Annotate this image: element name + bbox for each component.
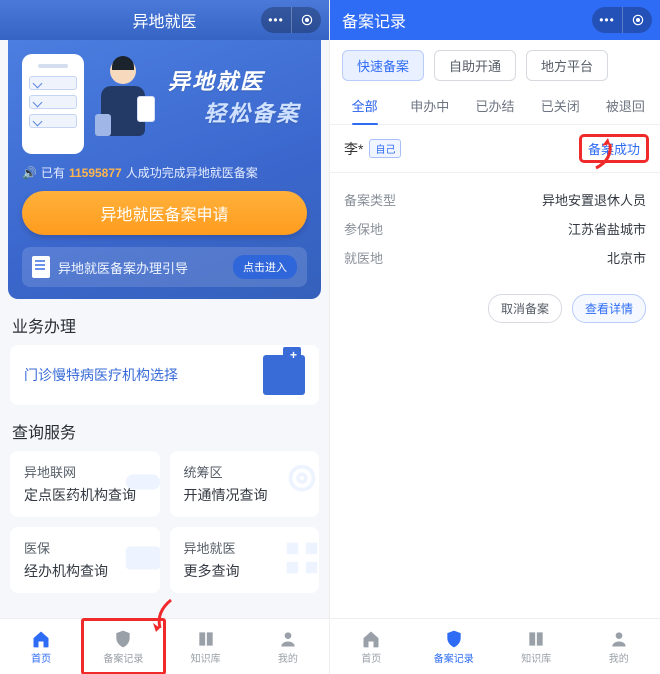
query-card-more[interactable]: 异地就医 更多查询 — [170, 527, 320, 593]
status-badge: 备案成功 — [582, 137, 646, 160]
view-detail-button[interactable]: 查看详情 — [572, 294, 646, 323]
close-icon[interactable] — [291, 7, 321, 33]
pill-icon — [120, 459, 160, 505]
home-icon — [360, 629, 382, 649]
tab-label: 首页 — [361, 650, 381, 665]
close-icon[interactable] — [622, 7, 652, 33]
topbar: 异地就医 — [0, 0, 329, 40]
subtab-closed[interactable]: 已关闭 — [528, 87, 593, 124]
row-key: 就医地 — [344, 248, 383, 267]
tab-label: 我的 — [609, 650, 629, 665]
person-illustration — [88, 54, 158, 154]
row-value: 北京市 — [607, 248, 646, 267]
tab-label: 我的 — [278, 650, 298, 665]
stats-suffix: 人成功完成异地就医备案 — [126, 164, 258, 181]
tab-home[interactable]: 首页 — [0, 619, 82, 674]
row-key: 备案类型 — [344, 190, 396, 209]
subtab-done[interactable]: 已办结 — [462, 87, 527, 124]
tab-home[interactable]: 首页 — [330, 619, 413, 674]
tab-records[interactable]: 备案记录 — [413, 619, 496, 674]
book-icon — [195, 629, 217, 649]
card-icon — [120, 535, 160, 581]
miniprogram-capsule[interactable] — [592, 7, 652, 33]
guide-text: 异地就医备案办理引导 — [58, 258, 188, 277]
record-type-chips: 快速备案 自助开通 地方平台 — [330, 40, 660, 87]
apply-button-label: 异地就医备案申请 — [100, 201, 228, 225]
more-icon[interactable] — [592, 7, 622, 33]
user-icon — [608, 629, 630, 649]
status-tabs: 全部 申办中 已办结 已关闭 被退回 — [330, 87, 660, 125]
self-badge: 自己 — [369, 139, 401, 158]
record-actions: 取消备案 查看详情 — [330, 282, 660, 337]
guide-card[interactable]: 异地就医备案办理引导 点击进入 — [22, 247, 307, 287]
section-query-title: 查询服务 — [12, 419, 317, 443]
tab-label: 知识库 — [191, 650, 221, 665]
query-grid: 异地联网 定点医药机构查询 统筹区 开通情况查询 医保 经办机构查询 异地就医 … — [10, 451, 319, 593]
user-icon — [277, 629, 299, 649]
tab-knowledge[interactable]: 知识库 — [165, 619, 247, 674]
subtab-processing[interactable]: 申办中 — [397, 87, 462, 124]
shield-icon — [112, 629, 134, 649]
query-card-agency[interactable]: 医保 经办机构查询 — [10, 527, 160, 593]
tab-label: 备案记录 — [103, 650, 143, 665]
tab-mine[interactable]: 我的 — [247, 619, 329, 674]
location-icon — [279, 459, 319, 505]
stats-prefix: 已有 — [41, 164, 65, 181]
phone-illustration — [22, 54, 84, 154]
document-icon — [32, 256, 50, 278]
speaker-icon: 🔊 — [22, 166, 37, 180]
hero-illustration: 异地就医 轻松备案 — [22, 54, 307, 154]
more-icon[interactable] — [261, 7, 291, 33]
chronic-card[interactable]: 门诊慢特病医疗机构选择 — [10, 345, 319, 405]
guide-enter-button[interactable]: 点击进入 — [233, 255, 297, 279]
tab-records[interactable]: 备案记录 — [82, 619, 164, 674]
hero-title-1: 异地就医 — [168, 64, 307, 96]
hospital-icon — [263, 355, 305, 395]
tab-knowledge[interactable]: 知识库 — [495, 619, 578, 674]
hero-stats: 🔊 已有 11595877 人成功完成异地就医备案 — [22, 164, 307, 181]
chip-local[interactable]: 地方平台 — [526, 50, 608, 81]
chip-quick[interactable]: 快速备案 — [342, 50, 424, 81]
row-value: 异地安置退休人员 — [542, 190, 646, 209]
tabbar: 首页 备案记录 知识库 我的 — [0, 618, 329, 674]
cancel-record-button[interactable]: 取消备案 — [488, 294, 562, 323]
tabbar: 首页 备案记录 知识库 我的 — [330, 618, 660, 674]
page-title: 备案记录 — [342, 8, 406, 32]
record-name: 李* — [344, 139, 363, 159]
tab-label: 首页 — [31, 650, 51, 665]
apply-button[interactable]: 异地就医备案申请 — [22, 191, 307, 235]
hero-title-2: 轻松备案 — [204, 96, 307, 128]
chronic-label: 门诊慢特病医疗机构选择 — [24, 365, 178, 385]
screen-records: 备案记录 快速备案 自助开通 地方平台 全部 申办中 已办结 已关闭 被退回 李… — [330, 0, 660, 674]
tab-label: 备案记录 — [434, 650, 474, 665]
row-value: 江苏省盐城市 — [568, 219, 646, 238]
record-card: 李* 自己 备案成功 备案类型 异地安置退休人员 参保地 江苏省盐城市 就医地 … — [330, 125, 660, 282]
tab-label: 知识库 — [521, 650, 551, 665]
record-row: 就医地 北京市 — [344, 243, 646, 272]
screen-home: 异地就医 异地就医 轻松备案 🔊 已有 11595877 — [0, 0, 330, 674]
tab-mine[interactable]: 我的 — [578, 619, 660, 674]
record-row: 备案类型 异地安置退休人员 — [344, 185, 646, 214]
row-key: 参保地 — [344, 219, 383, 238]
query-card-region[interactable]: 统筹区 开通情况查询 — [170, 451, 320, 517]
home-icon — [30, 629, 52, 649]
query-card-network[interactable]: 异地联网 定点医药机构查询 — [10, 451, 160, 517]
record-row: 参保地 江苏省盐城市 — [344, 214, 646, 243]
hero-banner: 异地就医 轻松备案 🔊 已有 11595877 人成功完成异地就医备案 异地就医… — [8, 40, 321, 299]
stats-number: 11595877 — [69, 166, 122, 180]
shield-icon — [443, 629, 465, 649]
section-business-title: 业务办理 — [12, 313, 317, 337]
page-title: 异地就医 — [132, 8, 196, 32]
subtab-returned[interactable]: 被退回 — [593, 87, 658, 124]
subtab-all[interactable]: 全部 — [332, 87, 397, 124]
chip-self[interactable]: 自助开通 — [434, 50, 516, 81]
topbar: 备案记录 — [330, 0, 660, 40]
grid-icon — [279, 535, 319, 581]
miniprogram-capsule[interactable] — [261, 7, 321, 33]
book-icon — [525, 629, 547, 649]
